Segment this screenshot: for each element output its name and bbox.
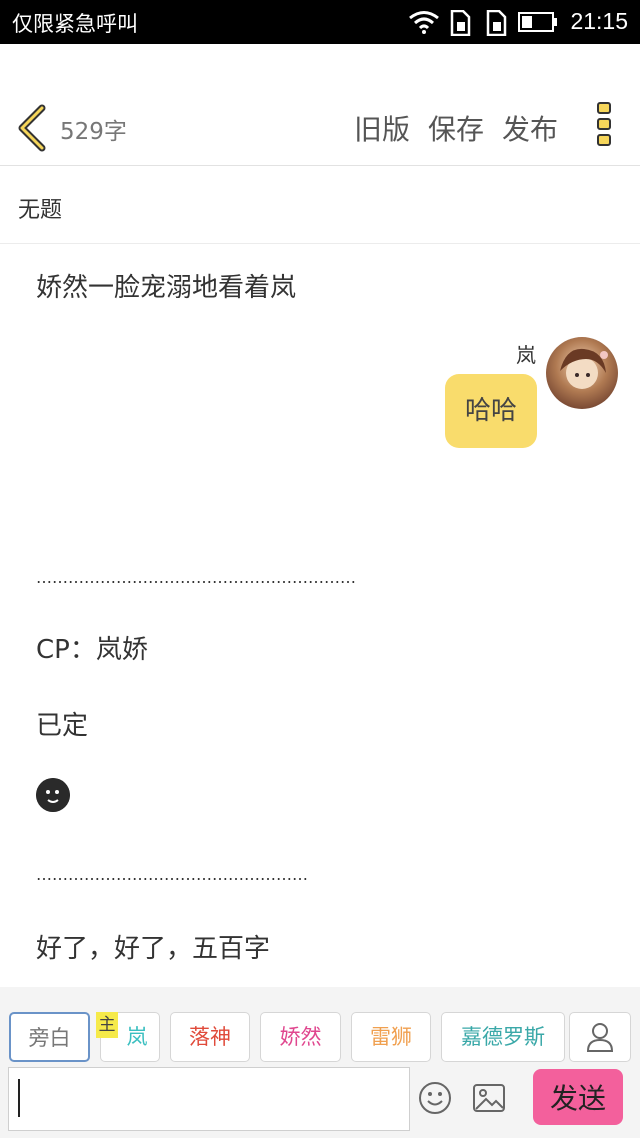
role-leishi[interactable]: 雷狮	[351, 1012, 431, 1062]
separator-dots: ……………………………………………	[36, 865, 308, 884]
clock: 21:15	[570, 8, 628, 34]
closing-line: 好了，好了，五百字	[36, 934, 271, 964]
send-button[interactable]: 发送	[533, 1069, 623, 1125]
add-role-button[interactable]	[569, 1012, 631, 1062]
image-icon[interactable]	[472, 1083, 506, 1113]
editor-content[interactable]: 娇然一脸宠溺地看着岚 岚 哈哈 …………………………………………………… CP：…	[0, 245, 640, 987]
separator-dots: ……………………………………………………	[36, 568, 356, 587]
editor-toolbar: 529字 旧版 保存 发布	[0, 44, 640, 166]
message-input-bar: 发送	[0, 1065, 640, 1138]
sim2-icon	[486, 10, 507, 36]
document-title: 无题	[18, 198, 63, 223]
smiley-icon[interactable]	[418, 1081, 452, 1115]
face-emoji-icon	[36, 778, 70, 812]
more-vertical-icon[interactable]	[592, 102, 616, 154]
back-chevron-icon[interactable]	[14, 104, 52, 152]
decided-line: 已定	[36, 711, 89, 741]
cp-line: CP：岚娇	[36, 635, 148, 665]
status-bar: 仅限紧急呼叫 21:15	[0, 0, 640, 44]
avatar[interactable]	[546, 337, 618, 409]
title-row[interactable]: 无题	[0, 166, 640, 244]
battery-icon	[518, 12, 557, 32]
role-jiadeluosi[interactable]: 嘉德罗斯	[441, 1012, 565, 1062]
narration-line: 娇然一脸宠溺地看着岚	[36, 273, 297, 303]
chat-bubble[interactable]: 哈哈	[445, 374, 537, 448]
wifi-icon	[409, 11, 439, 34]
save-button[interactable]: 保存	[428, 108, 484, 148]
sim1-icon	[450, 10, 471, 36]
chat-speaker-name: 岚	[516, 343, 536, 367]
role-jiaoran[interactable]: 娇然	[260, 1012, 341, 1062]
add-person-icon	[586, 1023, 614, 1052]
main-role-tag: 主	[96, 1012, 118, 1038]
role-narrator[interactable]: 旁白	[9, 1012, 90, 1062]
word-count: 529字	[60, 119, 127, 145]
text-cursor	[18, 1079, 20, 1117]
role-luoshen[interactable]: 落神	[170, 1012, 250, 1062]
publish-button[interactable]: 发布	[502, 108, 558, 148]
carrier-text: 仅限紧急呼叫	[12, 12, 138, 36]
old-version-button[interactable]: 旧版	[354, 108, 410, 148]
message-input[interactable]	[8, 1067, 410, 1131]
